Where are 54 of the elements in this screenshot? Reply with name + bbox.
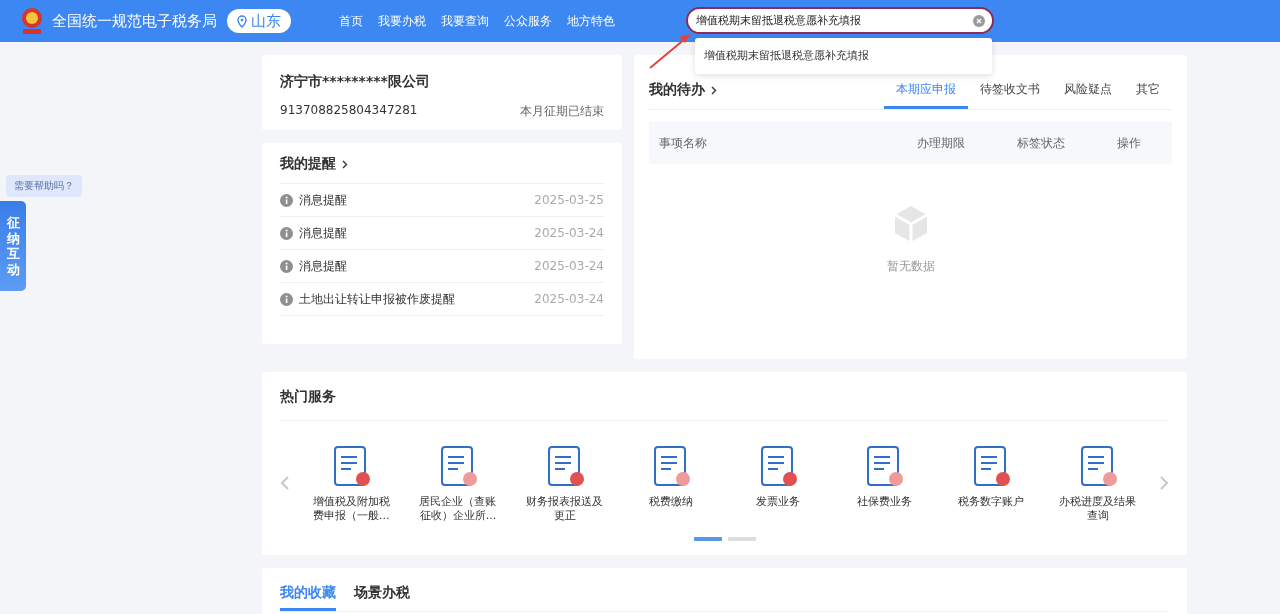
help-bubble[interactable]: 需要帮助吗？ — [6, 175, 82, 197]
service-label[interactable]: 财务报表报送及更正 — [524, 495, 605, 523]
column-header: 标签状态 — [1017, 134, 1066, 152]
info-icon — [280, 193, 293, 207]
page-indicator[interactable] — [693, 536, 722, 541]
service-label[interactable]: 税务数字账户 — [951, 495, 1032, 509]
info-icon — [280, 259, 293, 273]
todo-tab[interactable]: 待签收文书 — [968, 81, 1052, 109]
clear-icon[interactable] — [973, 15, 985, 27]
service-label[interactable]: 居民企业（查账征收）企业所... — [417, 495, 498, 523]
column-header: 办理期限 — [917, 134, 966, 152]
location-selector[interactable]: 山东 — [227, 9, 291, 33]
reminder-text[interactable]: 消息提醒 — [299, 257, 529, 275]
reminder-date: 2025-03-24 — [534, 259, 604, 273]
tax-id: 913708825804347281 — [280, 103, 418, 119]
reminder-date: 2025-03-24 — [534, 292, 604, 306]
nav-link[interactable]: 公众服务 — [504, 12, 552, 30]
chevron-icon[interactable] — [342, 159, 348, 169]
help-tab[interactable]: 征纳互动 — [0, 201, 26, 292]
info-icon — [280, 226, 293, 240]
column-header: 操作 — [1117, 134, 1142, 152]
pin-icon — [237, 14, 247, 28]
info-icon — [280, 292, 293, 306]
reminder-text[interactable]: 消息提醒 — [299, 224, 529, 242]
chevron-icon[interactable] — [711, 85, 717, 95]
favorites-tab[interactable]: 我的收藏 — [280, 583, 336, 611]
todo-tab[interactable]: 其它 — [1124, 81, 1172, 109]
service-label[interactable]: 办税进度及结果查询 — [1057, 495, 1138, 523]
nav-link[interactable]: 我要办税 — [378, 12, 426, 30]
company-name: 济宁市*********限公司 — [280, 73, 431, 91]
service-label[interactable]: 税费缴纳 — [631, 495, 712, 509]
todo-title[interactable]: 我的待办 — [649, 81, 705, 99]
service-label[interactable]: 增值税及附加税费申报（一般... — [311, 495, 392, 523]
suggestion-item[interactable]: 增值税期末留抵退税意愿补充填报 — [695, 38, 992, 74]
reminder-date: 2025-03-25 — [534, 193, 604, 207]
nav-link[interactable]: 地方特色 — [567, 12, 615, 30]
empty-message: 暂无数据 — [886, 258, 935, 275]
service-label[interactable]: 社保费业务 — [844, 495, 925, 509]
reminders-title[interactable]: 我的提醒 — [280, 155, 336, 173]
favorites-tab[interactable]: 场景办税 — [354, 583, 410, 611]
period-status: 本月征期已结束 — [520, 103, 604, 120]
todo-tab[interactable]: 风险疑点 — [1052, 81, 1124, 109]
nav-link[interactable]: 首页 — [339, 12, 363, 30]
reminder-date: 2025-03-24 — [534, 226, 604, 240]
site-title: 全国统一规范电子税务局 — [52, 11, 217, 31]
column-header: 事项名称 — [659, 134, 708, 152]
nav-link[interactable]: 我要查询 — [441, 12, 489, 30]
search-field[interactable]: 增值税期末留抵退税意愿补充填报 — [686, 7, 994, 34]
reminder-text[interactable]: 消息提醒 — [299, 191, 529, 209]
section-title: 热门服务 — [280, 388, 1169, 421]
annotation-arrow — [648, 32, 692, 70]
service-label[interactable]: 发票业务 — [737, 495, 818, 509]
todo-tab[interactable]: 本期应申报 — [884, 81, 968, 109]
reminder-text[interactable]: 土地出让转让申报被作废提醒 — [299, 290, 529, 308]
